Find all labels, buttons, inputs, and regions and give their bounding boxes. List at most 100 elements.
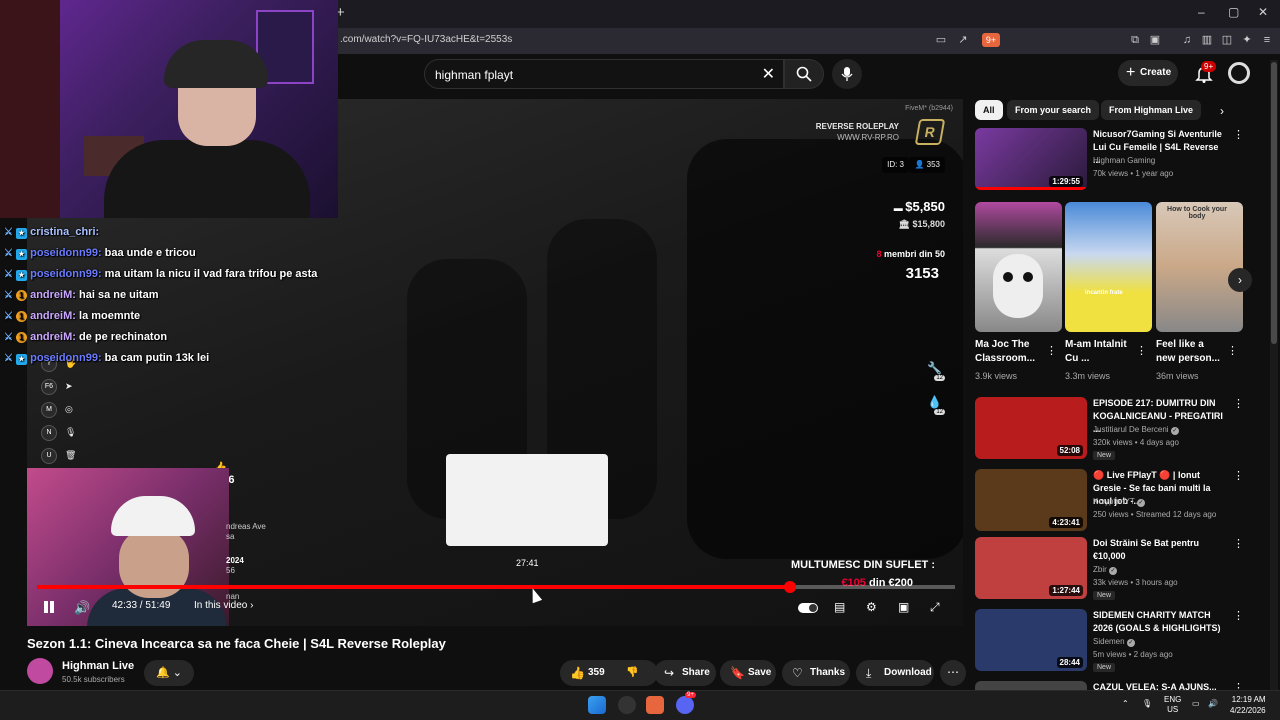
recommendation-title: SIDEMEN CHARITY MATCH 2026 (GOALS & HIGH… <box>1093 610 1221 633</box>
subtitles-icon[interactable]: ▤ <box>834 600 845 614</box>
chip-from-your-search[interactable]: From your search <box>1007 100 1100 120</box>
miniplayer-icon[interactable]: ▣ <box>898 600 909 614</box>
chip-from-channel[interactable]: From Highman Live <box>1101 100 1202 120</box>
thanks-label: Thanks <box>810 667 846 678</box>
settings-gear-icon[interactable]: ⚙ <box>866 600 877 614</box>
sword-icon: ⚔ <box>4 290 13 301</box>
video-title: Sezon 1.1: Cineva Incearca sa ne faca Ch… <box>27 636 446 651</box>
channel-avatar[interactable] <box>27 658 53 684</box>
streamer-facecam <box>0 0 338 218</box>
minimize-button[interactable]: – <box>1198 5 1205 19</box>
subscribed-notifications-button[interactable]: 🔔 ⌄ <box>144 660 194 686</box>
more-options-icon[interactable]: ⋮ <box>1233 537 1244 550</box>
maximize-button[interactable]: ▢ <box>1228 5 1239 19</box>
brave-badge: 9+ <box>985 35 997 45</box>
menu-icon[interactable]: ≡ <box>1260 33 1274 47</box>
key-hint-icon: ➤ <box>65 381 73 391</box>
chapters-label: In this video <box>194 600 248 611</box>
screen-icon[interactable]: ▭ <box>934 33 948 47</box>
scrollbar-thumb[interactable] <box>1271 62 1277 344</box>
bank-icon: 🏛 <box>898 219 913 229</box>
chat-text: ma uitam la nicu il vad fara trifou pe a… <box>104 268 318 280</box>
more-options-icon[interactable]: ⋮ <box>1227 344 1238 357</box>
clear-search-icon[interactable]: ✕ <box>762 64 775 84</box>
channel-name-text: Sidemen <box>1093 637 1125 646</box>
volume-icon[interactable]: 🔊 <box>74 600 90 616</box>
chat-username: poseidonn99 <box>30 352 98 364</box>
share-button[interactable]: ↪ Share <box>654 660 716 686</box>
network-icon[interactable]: ▭ <box>1192 699 1200 708</box>
chat-message: ⚔ ★ poseidonn99: ma uitam la nicu il vad… <box>4 268 384 289</box>
url-field[interactable]: .com/watch?v=FQ-IU73acHE&t=2553s <box>340 34 512 45</box>
chat-username: andreiM <box>30 331 73 343</box>
recommendation-thumbnail: 28:44 <box>975 609 1087 671</box>
language-code: ENG <box>1164 695 1182 704</box>
pause-icon <box>44 601 48 613</box>
close-window-button[interactable]: ✕ <box>1258 5 1268 19</box>
seek-preview-thumbnail <box>446 454 608 546</box>
language-indicator[interactable]: ENG US <box>1164 695 1181 715</box>
wallet-icon[interactable]: ◫ <box>1220 33 1234 47</box>
save-button[interactable]: 🔖 Save <box>720 660 776 686</box>
ai-icon[interactable]: ✦ <box>1240 33 1254 47</box>
share-page-icon[interactable]: ↗ <box>956 33 970 47</box>
chevron-right-icon[interactable]: › <box>1220 104 1224 118</box>
reader-icon[interactable]: ▥ <box>1200 33 1214 47</box>
short-title[interactable]: Ma Joc The Classroom... <box>975 338 1045 366</box>
tray-chevron-icon[interactable]: ⌃ <box>1122 699 1129 708</box>
autoplay-toggle[interactable] <box>798 603 818 613</box>
short-title[interactable]: Feel like a new person... <box>1156 338 1226 366</box>
more-options-icon[interactable]: ⋮ <box>1233 128 1244 141</box>
brave-shields-icon[interactable]: 9+ <box>982 33 1000 47</box>
bank-display: 🏛 $15,800 <box>899 219 945 230</box>
search-icon <box>796 66 812 82</box>
extensions-icon[interactable]: ⧉ <box>1128 33 1142 47</box>
search-input[interactable]: highman fplayt ✕ <box>424 59 784 89</box>
chapters-button[interactable]: In this video › <box>194 600 253 611</box>
thanks-button[interactable]: ♡ Thanks <box>782 660 850 686</box>
windows-start-icon[interactable] <box>588 696 606 714</box>
sidebar-icon[interactable]: ▣ <box>1148 33 1162 47</box>
brave-browser-icon[interactable] <box>646 696 664 714</box>
recommendation-channel: Zbir ✓ <box>1093 565 1118 575</box>
shorts-next-button[interactable]: › <box>1228 268 1252 292</box>
chip-all[interactable]: All <box>975 100 1003 120</box>
thumbs-down-icon[interactable]: 👎 <box>626 660 638 686</box>
channel-name[interactable]: Highman Live <box>62 660 134 672</box>
progress-bar[interactable] <box>37 581 955 593</box>
voice-search-button[interactable] <box>832 59 862 89</box>
short-thumbnail[interactable] <box>975 202 1062 332</box>
short-thumbnail[interactable]: incantin frate <box>1065 202 1152 332</box>
obs-icon[interactable] <box>618 696 636 714</box>
search-button[interactable] <box>784 59 824 89</box>
more-actions-button[interactable]: ⋯ <box>940 660 966 686</box>
more-options-icon[interactable]: ⋮ <box>1233 609 1244 622</box>
chat-username: poseidonn99 <box>30 268 98 280</box>
short-caption: incantin frate <box>1085 290 1123 296</box>
chat-separator: : <box>72 310 76 322</box>
music-icon[interactable]: ♫ <box>1180 33 1194 47</box>
account-avatar[interactable] <box>1228 62 1250 84</box>
short-title[interactable]: M-am Intalnit Cu ... <box>1065 338 1135 366</box>
server-url: WWW.RV-RP.RO <box>837 133 899 142</box>
short-thumbnail[interactable]: How to Cook your body <box>1156 202 1243 332</box>
cash-icon: ▬ <box>893 203 906 213</box>
download-button[interactable]: ⤓ Download <box>856 660 934 686</box>
subscriber-badge-icon: ★ <box>16 249 28 260</box>
like-button[interactable]: 👍 359 👎 <box>560 660 658 686</box>
notification-count-badge: 9+ <box>1201 61 1217 72</box>
pause-button[interactable] <box>42 600 56 614</box>
sword-icon: ⚔ <box>4 311 13 322</box>
hud-counter: 3153 <box>905 265 939 282</box>
more-options-icon[interactable]: ⋮ <box>1233 397 1244 410</box>
save-label: Save <box>748 667 772 678</box>
fullscreen-icon[interactable]: ⤢ <box>930 600 940 615</box>
more-options-icon[interactable]: ⋮ <box>1046 344 1057 357</box>
more-options-icon[interactable]: ⋮ <box>1136 344 1147 357</box>
discord-icon[interactable]: 9+ <box>676 692 696 714</box>
mic-tray-icon[interactable]: 🎙 <box>1142 699 1152 708</box>
volume-tray-icon[interactable]: 🔊 <box>1208 699 1218 708</box>
create-button[interactable]: + Create <box>1118 60 1178 86</box>
more-options-icon[interactable]: ⋮ <box>1233 469 1244 482</box>
system-clock[interactable]: 12:19 AM 4/22/2026 <box>1230 694 1266 716</box>
